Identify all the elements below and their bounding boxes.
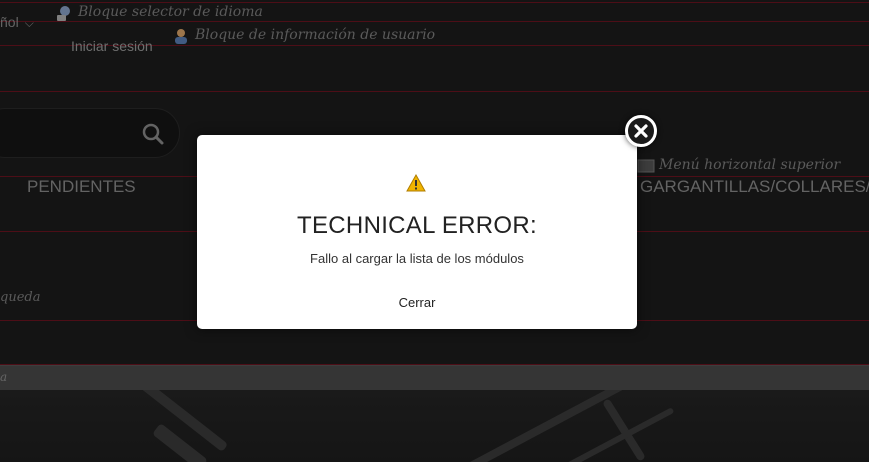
dialog-close-button[interactable] xyxy=(625,115,657,147)
close-icon xyxy=(634,124,648,138)
dialog-title: TECHNICAL ERROR: xyxy=(297,212,537,239)
error-dialog: TECHNICAL ERROR: Fallo al cargar la list… xyxy=(197,135,637,329)
dialog-message: Fallo al cargar la lista de los módulos xyxy=(310,251,524,266)
close-button[interactable]: Cerrar xyxy=(197,295,637,310)
warning-icon xyxy=(406,174,426,192)
